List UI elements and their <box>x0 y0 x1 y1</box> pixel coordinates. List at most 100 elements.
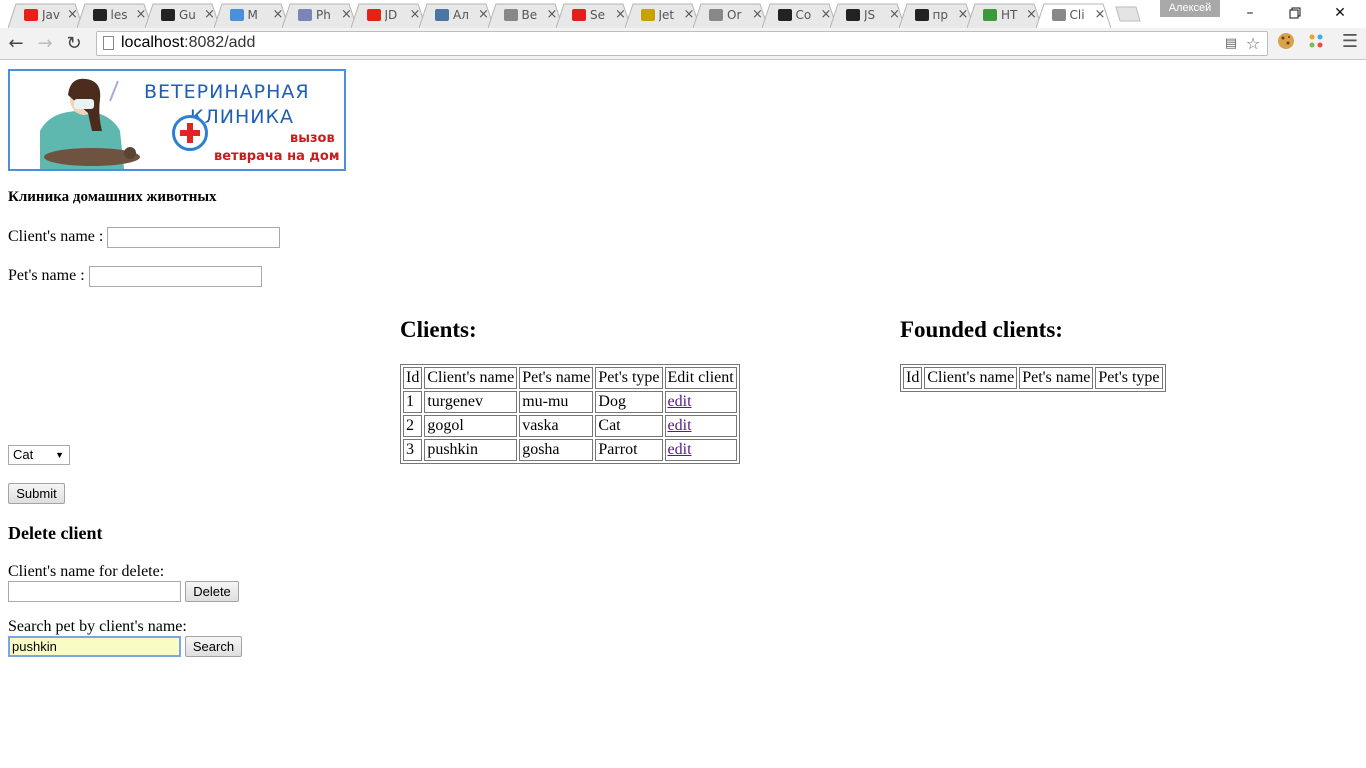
tab-title: JS <box>864 8 876 22</box>
address-bar[interactable]: localhost:8082/add ▤ ☆ <box>96 31 1268 56</box>
back-arrow-icon[interactable]: ← <box>4 32 28 56</box>
edit-client-link[interactable]: edit <box>664 391 737 413</box>
table-row: 1 turgenev mu-mu Dog edit <box>403 391 737 413</box>
browser-tab[interactable]: Ph × <box>282 3 357 28</box>
youtube-icon <box>24 9 38 21</box>
cookie-extension-icon[interactable] <box>1276 32 1296 52</box>
column-header: Pet's type <box>1095 367 1163 389</box>
pet-name-cell-text: vaska <box>522 417 559 434</box>
delete-client-heading: Delete client <box>8 523 103 543</box>
browser-tab[interactable]: пр × <box>898 3 974 28</box>
close-window-icon[interactable]: ✕ <box>1320 2 1360 24</box>
browser-tab[interactable]: Be × <box>487 3 563 28</box>
edit-client-link[interactable]: edit <box>664 439 737 461</box>
browser-tab[interactable]: Co × <box>761 3 837 28</box>
new-tab-button[interactable] <box>1112 6 1142 22</box>
column-header-text: Pet's type <box>1098 369 1160 386</box>
tab-close-icon[interactable]: × <box>1095 7 1106 22</box>
page-info-icon[interactable] <box>103 36 114 50</box>
browser-tab[interactable]: JS × <box>830 3 905 28</box>
client-name-input[interactable] <box>107 227 281 248</box>
delete-client-input[interactable] <box>8 581 181 602</box>
pet-type-cell: Dog <box>595 391 663 413</box>
translate-icon[interactable]: ▤ <box>1221 34 1241 54</box>
pet-type-cell-text: Cat <box>598 417 621 434</box>
banner-home-visit-text: ветврача на дом <box>214 149 340 164</box>
tab-title: Jav <box>42 8 60 22</box>
browser-tab[interactable]: Jav × <box>8 3 83 28</box>
forward-arrow-icon[interactable]: → <box>33 32 57 56</box>
browser-tab[interactable]: HT × <box>967 3 1042 28</box>
browser-tab[interactable]: Ал × <box>419 3 494 28</box>
tab-title: JD <box>384 8 398 22</box>
plug-icon <box>640 9 655 21</box>
browser-tab[interactable]: Gu × <box>145 3 220 28</box>
browser-tab-active[interactable]: Cli × <box>1035 3 1111 28</box>
menu-icon[interactable]: ☰ <box>1340 32 1360 52</box>
column-header-text: Pet's type <box>598 369 660 386</box>
column-header-text: Id <box>906 369 920 386</box>
pet-name-cell: vaska <box>519 415 594 437</box>
search-input[interactable]: pushkin <box>8 636 181 657</box>
pet-name-cell-text: gosha <box>522 441 560 458</box>
url-text[interactable]: localhost:8082/add <box>121 34 255 52</box>
browser-tab[interactable]: M × <box>213 3 289 28</box>
page-icon <box>503 9 518 21</box>
pet-type-select[interactable]: Cat ▼ <box>8 445 70 465</box>
edit-client-link[interactable]: edit <box>664 415 737 437</box>
browser-toolbar: ← → ↻ localhost:8082/add ▤ ☆ ☰ <box>0 28 1366 60</box>
column-header: Pet's type <box>595 367 663 389</box>
banner-call-text: вызов <box>290 131 335 146</box>
vet-doctor-with-cat-image <box>10 71 150 169</box>
tab-title: Ал <box>453 8 469 22</box>
pet-name-cell-text: mu-mu <box>522 393 569 410</box>
table-header-row: Id Client's name Pet's name Pet's type Edit … <box>403 367 737 389</box>
search-button[interactable]: Search <box>185 636 242 657</box>
tab-title: Be <box>521 8 538 22</box>
bookmark-star-icon[interactable]: ☆ <box>1243 34 1263 54</box>
restore-icon[interactable] <box>1275 2 1315 24</box>
check-icon <box>983 9 997 21</box>
client-id-cell-text: 2 <box>406 417 414 434</box>
vk-icon <box>435 9 449 21</box>
tab-title: HT <box>1001 8 1018 22</box>
tab-title: Or <box>727 8 742 22</box>
pet-name-row-inner: Pet's name : <box>8 266 262 287</box>
reload-icon[interactable]: ↻ <box>62 32 86 56</box>
browser-tab[interactable]: les × <box>76 3 152 28</box>
paw-extension-icon[interactable] <box>1306 32 1326 52</box>
tab-title: Gu <box>179 8 196 22</box>
binary-icon <box>914 9 929 21</box>
client-name-cell-text: gogol <box>427 417 464 434</box>
tab-title: M <box>247 8 258 22</box>
submit-button[interactable]: Submit <box>8 483 65 504</box>
github-icon <box>92 9 107 21</box>
minimize-icon[interactable]: – <box>1230 2 1270 24</box>
client-name-cell: pushkin <box>424 439 518 461</box>
client-id-cell-text: 1 <box>406 393 414 410</box>
browser-tab[interactable]: JD × <box>350 3 426 28</box>
delete-button[interactable]: Delete <box>185 581 239 602</box>
oracle-icon <box>572 9 586 21</box>
pet-name-input[interactable] <box>88 266 262 287</box>
client-id-cell: 3 <box>403 439 423 461</box>
profile-badge[interactable]: Алексей <box>1160 0 1220 17</box>
tab-title: Ph <box>316 8 331 22</box>
github-icon <box>161 9 175 21</box>
column-header: Client's name <box>924 367 1018 389</box>
edit-client-link-text[interactable]: edit <box>668 441 692 458</box>
edit-client-link-text[interactable]: edit <box>668 417 692 434</box>
browser-tab[interactable]: Or × <box>693 3 768 28</box>
m-badge-icon <box>229 9 244 21</box>
edit-client-link-text[interactable]: edit <box>668 393 692 410</box>
search-label: Search pet by client's name: <box>8 618 187 635</box>
browser-tab[interactable]: Jet × <box>624 3 700 28</box>
url-host: localhost <box>121 34 185 51</box>
tab-title: Cli <box>1069 8 1085 22</box>
clinic-title: Клиника домашних животных <box>8 189 217 205</box>
pet-name-cell: mu-mu <box>519 391 594 413</box>
client-name-cell-text: pushkin <box>427 441 478 458</box>
found-clients-table: Id Client's name Pet's name Pet's type <box>900 364 1166 392</box>
browser-tab[interactable]: Se × <box>556 3 631 28</box>
page-content: ВЕТЕРИНАРНАЯ КЛИНИКА вызов ветврача на д… <box>0 61 1366 768</box>
